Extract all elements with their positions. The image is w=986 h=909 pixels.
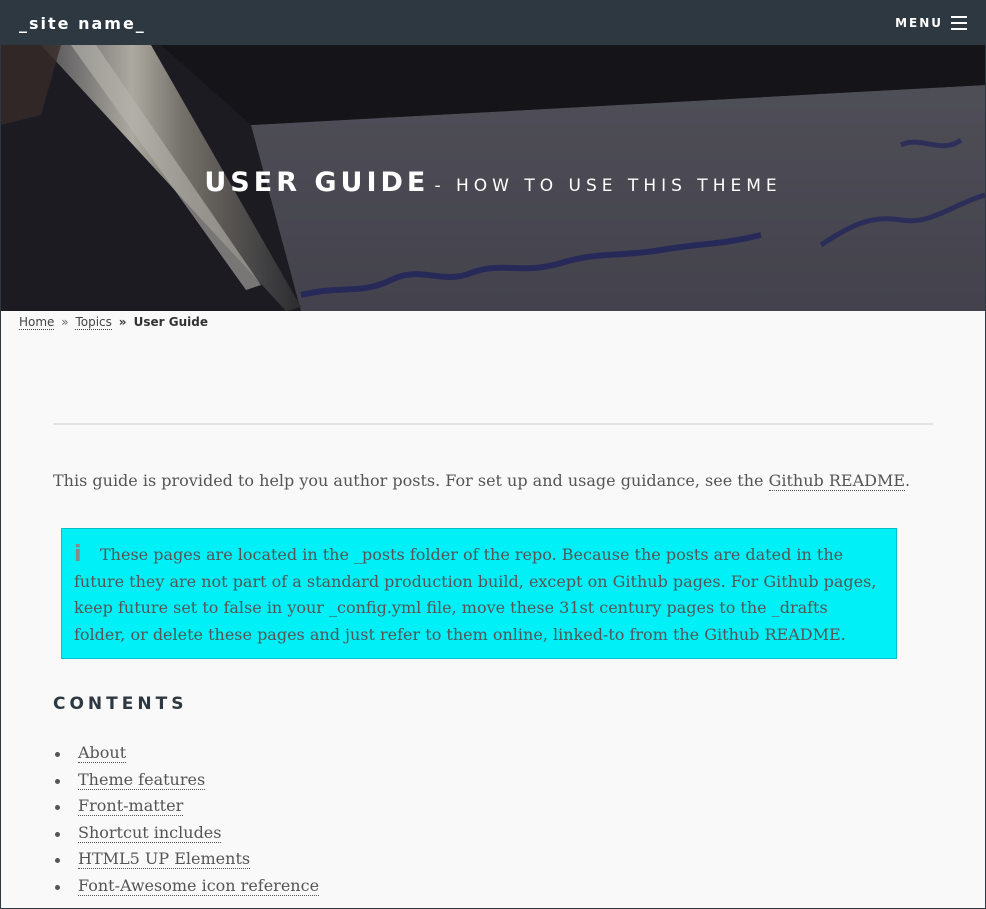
toc-link-front-matter[interactable]: Front-matter: [78, 796, 184, 816]
breadcrumb-separator: »: [61, 315, 69, 329]
toc-link-html5-up-elements[interactable]: HTML5 UP Elements: [78, 849, 251, 869]
notice-text: These pages are located in the _posts fo…: [74, 545, 877, 644]
github-readme-link[interactable]: Github README: [768, 471, 906, 491]
intro-text: This guide is provided to help you autho…: [53, 471, 769, 490]
list-item: Font-Awesome icon reference: [53, 873, 320, 900]
list-item: Theme features: [53, 767, 319, 794]
toc-link-theme-features[interactable]: Theme features: [78, 769, 206, 790]
site-name-link[interactable]: _site name_: [19, 14, 146, 33]
breadcrumb-home-link[interactable]: Home: [19, 315, 55, 330]
list-item: Shortcut includes: [53, 820, 319, 847]
hamburger-icon: [951, 16, 967, 30]
info-notice-box: i These pages are located in the _posts …: [61, 528, 897, 659]
contents-heading: CONTENTS: [53, 694, 188, 714]
page-title: USER GUIDE - HOW TO USE THIS THEME: [1, 167, 985, 198]
menu-button[interactable]: MENU: [895, 16, 967, 30]
toc-link-shortcut-includes[interactable]: Shortcut includes: [78, 822, 222, 843]
table-of-contents: About Theme features Front-matter Shortc…: [53, 740, 320, 900]
page-subtitle: - HOW TO USE THIS THEME: [434, 176, 782, 196]
toc-link-font-awesome[interactable]: Font-Awesome icon reference: [78, 875, 320, 896]
page-title-main: USER GUIDE: [204, 167, 430, 198]
list-item: HTML5 UP Elements: [53, 846, 319, 873]
hero-banner: USER GUIDE - HOW TO USE THIS THEME: [1, 45, 985, 311]
top-navbar: _site name_ MENU: [1, 1, 985, 45]
breadcrumb-separator: »: [118, 315, 131, 329]
list-item: Front-matter: [53, 793, 319, 820]
intro-end: .: [905, 471, 911, 490]
breadcrumb-current: User Guide: [133, 315, 208, 329]
breadcrumb-topics-link[interactable]: Topics: [75, 315, 112, 330]
menu-label: MENU: [895, 16, 943, 30]
divider: [53, 423, 933, 425]
list-item: About: [53, 740, 319, 767]
intro-paragraph: This guide is provided to help you autho…: [53, 471, 933, 491]
info-icon: i: [74, 542, 82, 567]
toc-link-about[interactable]: About: [78, 743, 127, 763]
breadcrumb: Home » Topics » User Guide: [19, 315, 208, 330]
